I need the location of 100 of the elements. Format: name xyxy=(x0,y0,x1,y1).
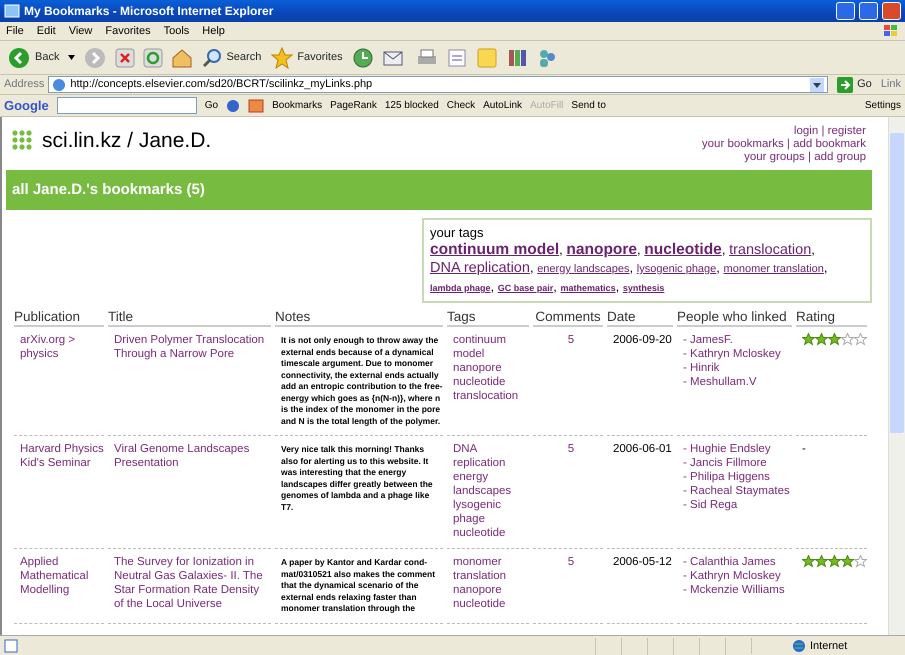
favorites-button[interactable]: Favorites xyxy=(270,46,344,70)
filled-star-icon xyxy=(828,555,841,568)
toolbar-item[interactable]: Bookmarks xyxy=(272,98,322,113)
column-header: Tags xyxy=(447,309,529,327)
tag-link[interactable]: synthesis xyxy=(622,280,664,297)
filled-star-icon xyxy=(828,333,841,346)
person-link[interactable]: - Hughie Endsley xyxy=(683,442,771,456)
tag-link[interactable]: nucleotide xyxy=(453,375,506,389)
star-icon xyxy=(271,46,294,68)
filled-star-icon xyxy=(841,555,854,568)
separator: , xyxy=(637,242,641,257)
toolbar-item[interactable]: Send to xyxy=(571,98,606,113)
minimize-button[interactable] xyxy=(836,2,855,20)
links-label[interactable]: Link xyxy=(880,76,901,93)
nav-link[interactable]: register xyxy=(828,125,866,137)
person-link[interactable]: - Meshullam.V xyxy=(683,375,756,389)
tag-link[interactable]: monomer translation xyxy=(724,261,824,278)
title-link[interactable]: Viral Genome Landscapes Presentation xyxy=(114,442,271,470)
caret-icon[interactable] xyxy=(68,55,76,60)
go-button[interactable]: Go xyxy=(204,98,218,113)
tag-link[interactable]: lambda phage xyxy=(430,280,491,297)
tag-link[interactable]: nucleotide xyxy=(453,526,506,540)
publication-link[interactable]: Applied Mathematical Modelling xyxy=(20,555,104,597)
window-icon[interactable] xyxy=(248,98,264,112)
menu-item[interactable]: Favorites xyxy=(105,22,151,40)
scroll-thumb[interactable] xyxy=(890,133,904,433)
go-button[interactable]: Go xyxy=(832,75,877,94)
separator: , xyxy=(553,279,557,294)
nav-link[interactable]: add group xyxy=(814,151,866,163)
refresh-icon[interactable] xyxy=(143,48,164,68)
menu-item[interactable]: View xyxy=(68,22,92,40)
tag-link[interactable]: translocation xyxy=(729,242,812,259)
menu-item[interactable]: File xyxy=(6,22,24,40)
person-link[interactable]: - Hinrik xyxy=(683,361,720,375)
nav-link[interactable]: your groups xyxy=(744,151,805,163)
separator: | xyxy=(821,125,824,137)
person-link[interactable]: - Mckenzie Williams xyxy=(683,583,785,597)
maximize-button[interactable] xyxy=(859,2,878,20)
tag-link[interactable]: nanopore xyxy=(566,241,638,258)
tags-heading: your tags xyxy=(430,224,484,241)
close-button[interactable] xyxy=(882,2,901,20)
person-link[interactable]: - Racheal Staymates xyxy=(683,484,790,498)
separator: , xyxy=(559,242,563,257)
tag-link[interactable]: mathematics xyxy=(560,280,616,297)
globe-icon[interactable] xyxy=(226,98,240,112)
menu-item[interactable]: Edit xyxy=(36,22,56,40)
person-link[interactable]: - JamesF. xyxy=(683,333,733,347)
person-link[interactable]: - Calanthia James xyxy=(683,555,776,569)
separator: , xyxy=(811,242,815,257)
address-field[interactable]: http://concepts.elsevier.com/sd20/BCRT/scilinkz_myLinks.php xyxy=(48,76,828,93)
site-title: sci.lin.kz / Jane.D. xyxy=(42,128,212,154)
comments-count[interactable]: 5 xyxy=(568,555,574,569)
nav-link[interactable]: your bookmarks xyxy=(702,138,784,150)
tag-link[interactable]: translocation xyxy=(453,389,518,403)
tag-link[interactable]: continuum model xyxy=(430,241,560,258)
person-link[interactable]: - Philipa Higgens xyxy=(683,470,770,484)
tag-link[interactable]: DNA replication xyxy=(430,260,530,277)
toolbar-item[interactable]: PageRank xyxy=(330,98,377,113)
tag-link[interactable]: nucleotide xyxy=(453,597,506,611)
nav-link[interactable]: login xyxy=(794,125,818,137)
person-link[interactable]: - Jancis Fillmore xyxy=(683,456,767,470)
go-arrow-icon xyxy=(837,76,854,92)
dots-logo-icon xyxy=(12,130,34,152)
tag-link[interactable]: nucleotide xyxy=(644,241,722,258)
menu-item[interactable]: Help xyxy=(202,22,225,40)
comments-count[interactable]: 5 xyxy=(568,333,574,347)
back-button[interactable]: Back xyxy=(6,44,60,70)
title-link[interactable]: Driven Polymer Translocation Through a Narrow Pore xyxy=(114,333,271,361)
tag-link[interactable]: nanopore xyxy=(453,583,502,597)
scrollbar[interactable] xyxy=(888,117,905,635)
document-icon[interactable] xyxy=(446,48,468,68)
google-logo: Google xyxy=(4,96,49,115)
person-link[interactable]: - Kathryn Mcloskey xyxy=(683,569,781,583)
toolbar-item[interactable]: Check xyxy=(446,98,476,113)
tag-link[interactable]: lysogenic phage xyxy=(636,261,716,278)
separator: , xyxy=(490,279,494,294)
toolbar-item[interactable]: AutoLink xyxy=(483,98,522,113)
menu-item[interactable]: Tools xyxy=(164,22,190,40)
magnifier-icon xyxy=(202,48,222,68)
separator: , xyxy=(530,260,534,275)
app-icon xyxy=(4,3,20,19)
column-header: Comments xyxy=(533,309,603,327)
history-icon[interactable] xyxy=(352,46,374,68)
page-banner: all Jane.D.'s bookmarks (5) xyxy=(6,170,872,210)
comments-count[interactable]: 5 xyxy=(568,442,574,456)
nav-link[interactable]: add bookmark xyxy=(793,138,866,150)
person-link[interactable]: - Sid Rega xyxy=(683,498,738,512)
publication-link[interactable]: arXiv.org > physics xyxy=(20,333,104,361)
tag-link[interactable]: GC base pair xyxy=(498,280,554,297)
publication-link[interactable]: Harvard Physics Kid's Seminar xyxy=(20,442,104,470)
stop-icon[interactable] xyxy=(115,48,136,68)
settings-button[interactable]: Settings xyxy=(864,98,901,113)
tag-link[interactable]: nanopore xyxy=(453,361,502,375)
google-search-field[interactable] xyxy=(56,97,197,114)
search-button[interactable]: Search xyxy=(201,46,262,68)
tag-link[interactable]: energy landscapes xyxy=(537,261,630,278)
person-link[interactable]: - Kathryn Mcloskey xyxy=(683,347,781,361)
title-link[interactable]: The Survey for Ionization in Neutral Gas Galaxies- II. The Star Formation Rate Density of the Local Universe xyxy=(114,555,271,611)
toolbar-item[interactable]: 125 blocked xyxy=(384,98,439,113)
home-icon[interactable] xyxy=(171,48,194,68)
